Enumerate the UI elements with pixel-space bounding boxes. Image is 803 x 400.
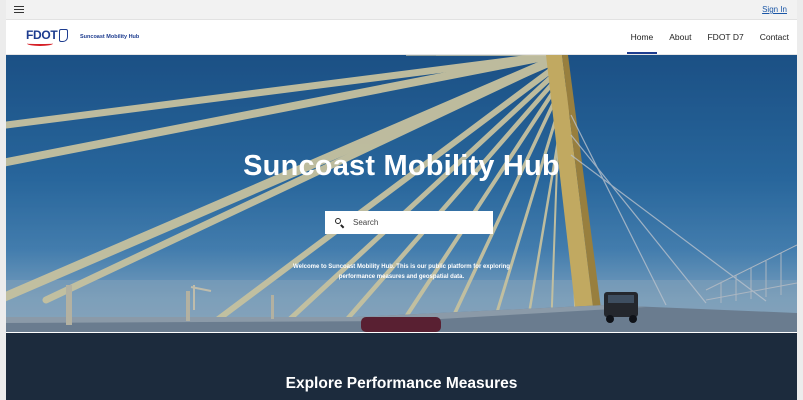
top-utility-bar: Sign In <box>6 0 797 20</box>
logo-state-outline-icon <box>59 29 68 42</box>
explore-title: Explore Performance Measures <box>285 375 518 392</box>
logo-swoosh-icon <box>27 41 53 46</box>
main-nav: Home About FDOT D7 Contact <box>623 20 797 54</box>
hamburger-menu-icon[interactable] <box>14 6 24 13</box>
logo-text: FDOT <box>26 28 58 42</box>
welcome-line-2: performance measures and geospatial data… <box>338 274 465 280</box>
welcome-line-1: Welcome to Suncoast Mobility Hub. This i… <box>293 264 510 270</box>
nav-item-contact[interactable]: Contact <box>752 20 797 54</box>
search-box[interactable] <box>325 211 493 234</box>
hero-title: Suncoast Mobility Hub <box>243 150 560 182</box>
hero-content: Suncoast Mobility Hub <box>6 150 797 183</box>
nav-item-home[interactable]: Home <box>623 20 662 54</box>
brand[interactable]: FDOT Suncoast Mobility Hub <box>26 27 139 47</box>
page-frame: Sign In FDOT Suncoast Mobility Hub Home … <box>0 0 803 400</box>
hero-overlay <box>6 55 797 332</box>
nav-item-fdot-d7[interactable]: FDOT D7 <box>699 20 751 54</box>
site-name[interactable]: Suncoast Mobility Hub <box>80 34 139 40</box>
nav-item-about[interactable]: About <box>661 20 699 54</box>
search-input[interactable] <box>353 218 473 227</box>
fdot-logo[interactable]: FDOT <box>26 27 70 47</box>
explore-section: Explore Performance Measures <box>6 333 797 400</box>
sign-in-link[interactable]: Sign In <box>762 5 787 14</box>
search-icon[interactable] <box>335 218 344 228</box>
welcome-text: Welcome to Suncoast Mobility Hub. This i… <box>6 262 797 282</box>
hero-banner: Suncoast Mobility Hub Welcome to Suncoas… <box>6 55 797 332</box>
site-header: FDOT Suncoast Mobility Hub Home About FD… <box>6 20 797 55</box>
